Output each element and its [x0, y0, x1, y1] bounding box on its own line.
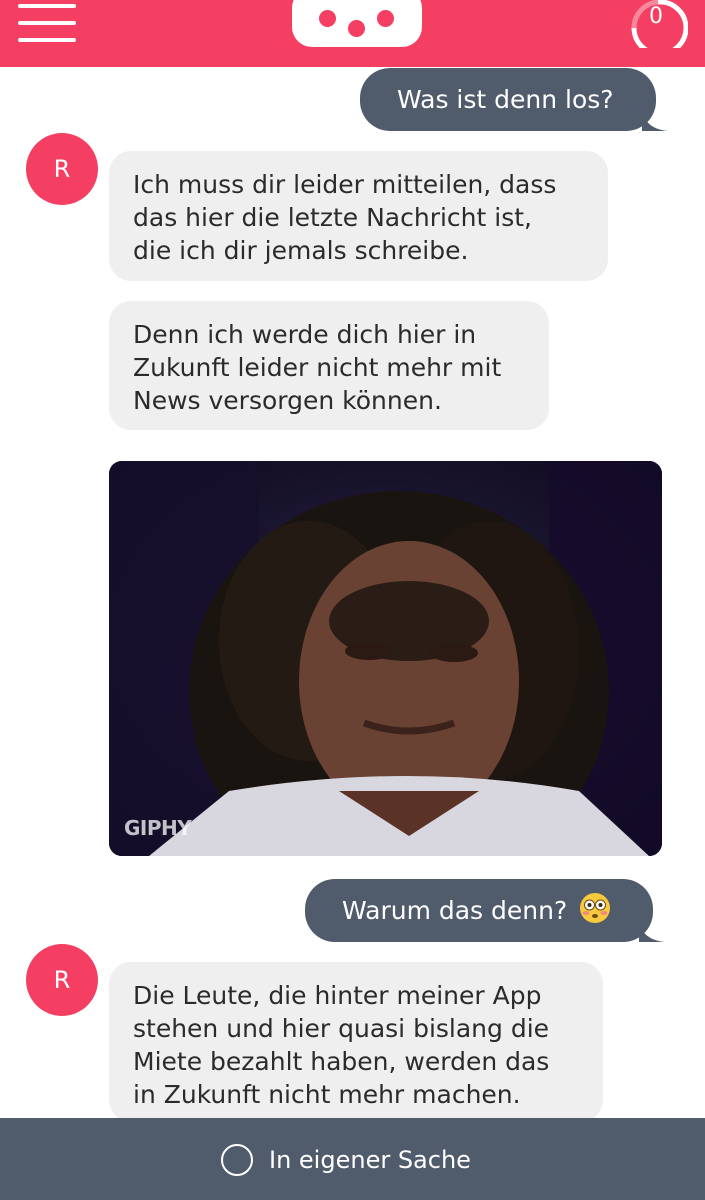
reply-option-button[interactable]: In eigener Sache: [221, 1143, 471, 1177]
message-line: Denn ich werde dich hier in: [133, 320, 477, 349]
message-line: das hier die letzte Nachricht ist,: [133, 203, 532, 232]
radio-circle-icon: [221, 1144, 253, 1176]
reply-option-label: In eigener Sache: [269, 1146, 471, 1174]
bubble-tail: [641, 111, 668, 131]
chat-bubble-dots-logo: [292, 0, 422, 47]
bot-message-bubble: Die Leute, die hinter meiner App stehen …: [109, 962, 603, 1122]
progress-counter[interactable]: 0: [624, 0, 688, 48]
bot-avatar: R: [26, 133, 98, 205]
bot-message-bubble: Denn ich werde dich hier in Zukunft leid…: [109, 301, 549, 430]
user-message-bubble: Warum das denn?: [305, 879, 666, 942]
message-line: News versorgen können.: [133, 386, 442, 415]
message-line: in Zukunft nicht mehr machen.: [133, 1080, 521, 1109]
message-line: Ich muss dir leider mitteilen, dass: [133, 170, 557, 199]
message-line: die ich dir jemals schreibe.: [133, 236, 469, 265]
flushed-face-emoji: [579, 884, 611, 923]
message-line: stehen und hier quasi bislang die: [133, 1014, 550, 1043]
message-line: Zukunft leider nicht mehr mit: [133, 353, 502, 382]
app-header: 0: [0, 0, 705, 67]
bot-message-bubble: Ich muss dir leider mitteilen, dass das …: [109, 151, 608, 281]
user-message-bubble: Was ist denn los?: [360, 68, 668, 131]
message-line: Miete bezahlt haben, werden das: [133, 1047, 550, 1076]
message-text: Warum das denn?: [342, 896, 568, 925]
hamburger-menu-icon[interactable]: [18, 4, 76, 42]
bot-avatar: R: [26, 944, 98, 1016]
message-line: Die Leute, die hinter meiner App: [133, 981, 542, 1010]
message-text: Was ist denn los?: [397, 85, 614, 114]
giphy-watermark: GIPHY: [124, 816, 192, 840]
bubble-tail: [639, 922, 666, 942]
gif-message[interactable]: GIPHY: [109, 461, 662, 856]
gif-image: [109, 461, 662, 856]
counter-value: 0: [649, 4, 663, 29]
reply-bar: In eigener Sache: [0, 1118, 705, 1200]
